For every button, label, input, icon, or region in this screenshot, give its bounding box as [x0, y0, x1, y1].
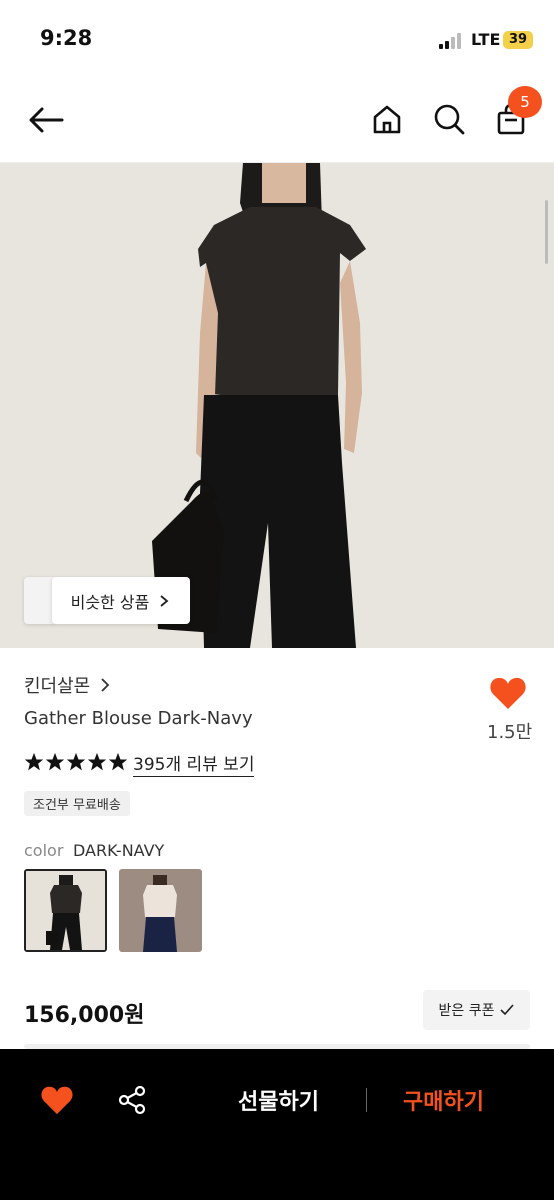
status-time: 9:28 — [40, 26, 93, 50]
price: 156,000원 — [24, 1003, 145, 1028]
color-value: DARK-NAVY — [73, 841, 165, 860]
battery-indicator: 39 — [503, 31, 533, 49]
similar-products-label: 비슷한 상품 — [70, 592, 150, 612]
like-count: 1.5만 — [487, 722, 533, 743]
color-swatch-dark-navy[interactable] — [24, 869, 107, 952]
brand-link[interactable]: 킨더살몬 — [24, 672, 112, 698]
product-photo — [0, 163, 554, 648]
back-button[interactable] — [24, 98, 68, 142]
share-icon — [118, 1085, 146, 1115]
signal-icon — [439, 33, 465, 49]
network-type: LTE — [471, 30, 501, 49]
swatch-image — [26, 871, 105, 950]
coupon-label: 받은 쿠폰 — [438, 1003, 495, 1019]
bottom-like-button[interactable] — [36, 1080, 78, 1120]
check-icon — [500, 1004, 515, 1016]
brand-name: 킨더살몬 — [24, 676, 91, 697]
buy-button[interactable]: 구매하기 — [403, 1084, 484, 1116]
bar-divider — [366, 1088, 367, 1112]
chevron-right-icon — [160, 594, 169, 607]
star-icon — [87, 752, 107, 771]
review-link[interactable]: 395개 리뷰 보기 — [133, 750, 255, 777]
search-button[interactable] — [428, 98, 470, 140]
share-button[interactable] — [112, 1080, 152, 1120]
back-arrow-icon — [29, 107, 64, 133]
color-swatch-ivory[interactable] — [119, 869, 202, 952]
similar-thumbnail-stack — [24, 577, 54, 624]
heart-icon — [41, 1086, 73, 1115]
star-icon — [66, 752, 86, 771]
similar-products-button[interactable]: 비슷한 상품 — [52, 577, 190, 624]
rating-stars — [24, 752, 128, 772]
product-name: Gather Blouse Dark-Navy — [24, 708, 253, 729]
image-scrollbar[interactable] — [545, 200, 548, 264]
star-icon — [108, 752, 128, 771]
gift-button[interactable]: 선물하기 — [238, 1084, 319, 1116]
like-button[interactable] — [488, 674, 528, 712]
star-icon — [24, 752, 44, 771]
search-icon — [434, 104, 465, 135]
star-icon — [45, 752, 65, 771]
color-label: color — [24, 841, 64, 860]
cart-count-badge: 5 — [508, 86, 542, 118]
home-button[interactable] — [366, 98, 408, 140]
product-image[interactable] — [0, 163, 554, 648]
heart-icon — [490, 677, 526, 709]
coupon-button[interactable]: 받은 쿠폰 — [423, 990, 530, 1030]
similar-products[interactable]: 비슷한 상품 — [24, 577, 190, 624]
home-icon — [373, 105, 401, 134]
swatch-image — [119, 869, 202, 952]
shipping-badge: 조건부 무료배송 — [24, 791, 130, 816]
chevron-right-icon — [101, 678, 110, 692]
bottom-action-bar — [0, 1049, 554, 1200]
